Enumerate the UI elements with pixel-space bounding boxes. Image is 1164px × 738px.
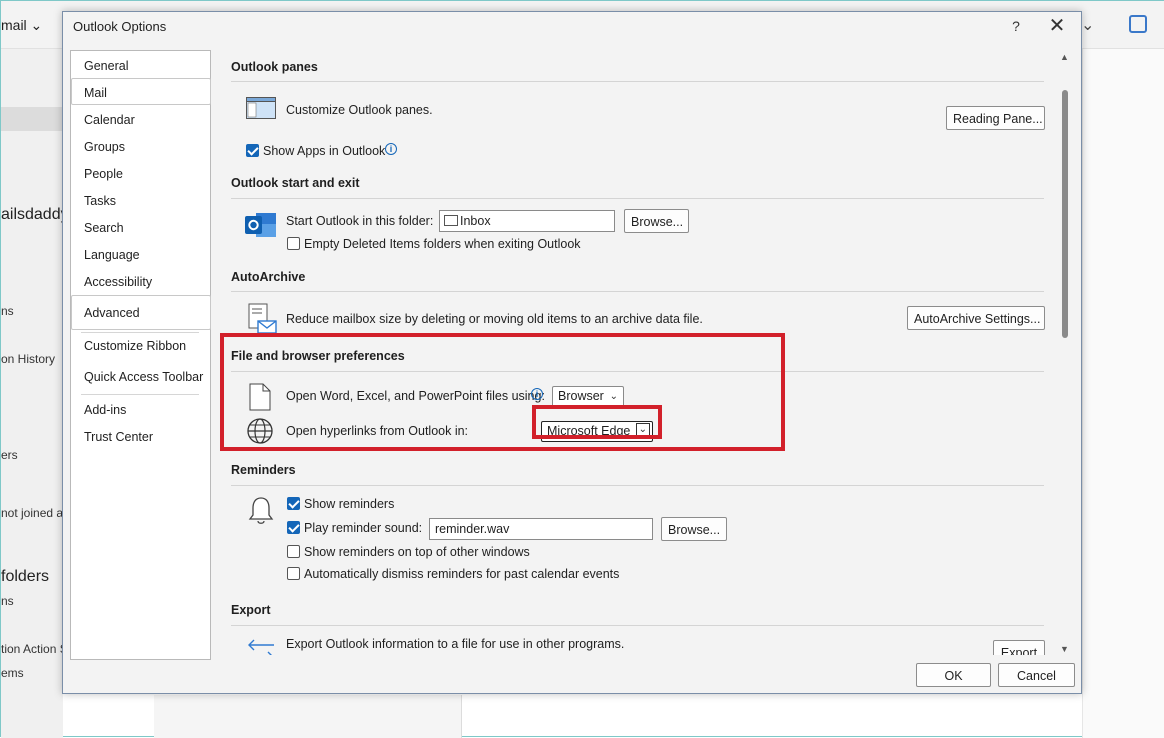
outlook-options-dialog: Outlook Options ? ✕ General Mail Calenda… — [62, 11, 1082, 694]
section-divider — [231, 625, 1044, 626]
show-reminders-label: Show reminders — [304, 497, 395, 511]
nav-item-mail[interactable]: Mail — [84, 86, 107, 100]
empty-deleted-label: Empty Deleted Items folders when exiting… — [304, 237, 581, 251]
section-header-autoarchive: AutoArchive — [231, 270, 306, 284]
close-icon[interactable]: ✕ — [1045, 15, 1069, 37]
nav-item-groups[interactable]: Groups — [84, 140, 125, 154]
section-header-reminders: Reminders — [231, 463, 296, 477]
highlight-file-browser-section — [220, 333, 785, 451]
apps-grid-icon[interactable] — [1129, 15, 1147, 33]
auto-dismiss-label: Automatically dismiss reminders for past… — [304, 567, 620, 581]
section-divider — [231, 485, 1044, 486]
bell-icon — [247, 495, 275, 527]
folder-item[interactable]: tion Action S — [1, 642, 68, 656]
nav-separator — [81, 332, 199, 333]
show-reminders-checkbox[interactable] — [287, 497, 300, 510]
options-nav: General Mail Calendar Groups People Task… — [70, 50, 211, 660]
inbox-icon — [444, 215, 458, 226]
scroll-thumb[interactable] — [1062, 90, 1068, 338]
nav-item-trust-center[interactable]: Trust Center — [84, 430, 153, 444]
nav-item-tasks[interactable]: Tasks — [84, 194, 116, 208]
section-divider — [231, 291, 1044, 292]
nav-item-customize-ribbon[interactable]: Customize Ribbon — [84, 339, 186, 353]
folder-item[interactable]: on History — [1, 352, 55, 366]
folder-item[interactable]: ns — [1, 304, 14, 318]
reminders-on-top-checkbox[interactable] — [287, 545, 300, 558]
export-arrows-icon — [246, 638, 276, 655]
play-sound-checkbox[interactable] — [287, 521, 300, 534]
archive-icon — [248, 303, 278, 335]
panes-description: Customize Outlook panes. — [286, 103, 433, 117]
start-folder-browse-button[interactable]: Browse... — [624, 209, 689, 233]
reminder-sound-browse-button[interactable]: Browse... — [661, 517, 727, 541]
auto-dismiss-checkbox[interactable] — [287, 567, 300, 580]
help-button[interactable]: ? — [1006, 18, 1026, 34]
autoarchive-settings-button[interactable]: AutoArchive Settings... — [907, 306, 1045, 330]
new-mail-dropdown[interactable]: mail ⌄ — [1, 17, 42, 34]
play-sound-label: Play reminder sound: — [304, 521, 423, 535]
cancel-button[interactable]: Cancel — [998, 663, 1075, 687]
section-header-export: Export — [231, 603, 271, 617]
reminder-sound-input[interactable]: reminder.wav — [429, 518, 653, 540]
start-folder-label: Start Outlook in this folder: — [286, 214, 434, 228]
nav-separator — [81, 394, 199, 395]
nav-item-general[interactable]: General — [84, 59, 128, 73]
section-header-panes: Outlook panes — [231, 60, 318, 74]
nav-item-calendar[interactable]: Calendar — [84, 113, 135, 127]
message-list-footer — [154, 695, 462, 738]
content-scrollbar[interactable]: ▲ ▼ — [1058, 52, 1072, 657]
info-icon[interactable]: i — [385, 143, 397, 155]
show-apps-label: Show Apps in Outlook — [263, 144, 386, 158]
section-divider — [231, 198, 1044, 199]
folder-item[interactable]: ns — [1, 594, 14, 608]
folders-group[interactable]: folders — [1, 568, 49, 586]
nav-item-search[interactable]: Search — [84, 221, 124, 235]
show-apps-checkbox[interactable] — [246, 144, 259, 157]
reminders-on-top-label: Show reminders on top of other windows — [304, 545, 530, 559]
folder-item[interactable]: not joined a — [1, 506, 63, 520]
ok-button[interactable]: OK — [916, 663, 991, 687]
nav-item-advanced[interactable]: Advanced — [84, 306, 140, 320]
reading-pane-icon — [246, 97, 276, 119]
empty-deleted-checkbox[interactable] — [287, 237, 300, 250]
export-description: Export Outlook information to a file for… — [286, 637, 625, 651]
nav-item-language[interactable]: Language — [84, 248, 140, 262]
scroll-up-icon[interactable]: ▲ — [1060, 52, 1069, 62]
dialog-title: Outlook Options — [73, 19, 167, 34]
export-button[interactable]: Export — [993, 640, 1045, 655]
account-name[interactable]: ailsdaddy — [1, 206, 69, 224]
nav-item-people[interactable]: People — [84, 167, 123, 181]
outlook-logo-icon — [244, 210, 278, 240]
highlight-hyperlinks-dropdown — [532, 405, 662, 439]
archive-description: Reduce mailbox size by deleting or movin… — [286, 312, 703, 326]
start-folder-input[interactable]: Inbox — [439, 210, 615, 232]
section-header-start-exit: Outlook start and exit — [231, 176, 360, 190]
filter-icon[interactable]: ⌄ — [1081, 15, 1094, 35]
reading-pane-button[interactable]: Reading Pane... — [946, 106, 1045, 130]
nav-item-accessibility[interactable]: Accessibility — [84, 275, 152, 289]
nav-item-add-ins[interactable]: Add-ins — [84, 403, 126, 417]
reading-pane — [1082, 49, 1164, 738]
nav-item-quick-access-toolbar[interactable]: Quick Access Toolbar — [84, 370, 203, 384]
selected-folder-highlight — [1, 107, 63, 131]
outlook-folder-pane — [1, 49, 63, 738]
folder-item[interactable]: ems — [1, 666, 24, 680]
section-divider — [231, 81, 1044, 82]
scroll-down-icon[interactable]: ▼ — [1060, 644, 1069, 654]
folder-item[interactable]: ers — [1, 448, 18, 462]
